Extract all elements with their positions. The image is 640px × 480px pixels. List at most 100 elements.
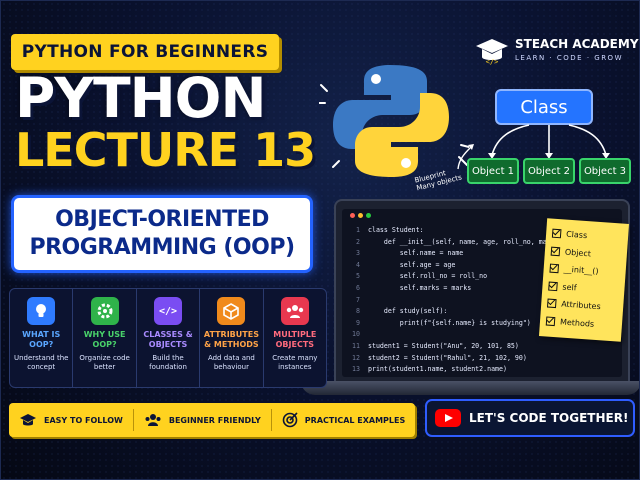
topic-title: WHAT IS OOP?	[22, 330, 61, 349]
checklist-label: Class	[565, 229, 588, 241]
class-node: Class	[495, 89, 593, 125]
thumbnail: PYTHON FOR BEGINNERS PYTHON LECTURE 13 O…	[0, 0, 640, 480]
features-bar: EASY TO FOLLOW BEGINNER FRIENDLY PRACTIC…	[9, 403, 415, 437]
checkbox-icon	[549, 263, 560, 274]
code-line: 12 student2 = Student("Rahul", 21, 102, 9…	[346, 353, 616, 365]
object-node-label: Object 3	[583, 165, 627, 177]
curved-arrow-icon	[457, 144, 474, 170]
lightbulb-icon	[27, 297, 56, 325]
line-number: 8	[356, 307, 360, 316]
checkbox-icon	[551, 228, 562, 239]
graduation-cap-logo-icon: </>	[476, 39, 508, 66]
line-number: 13	[352, 365, 360, 374]
topic-banner: OBJECT-ORIENTED PROGRAMMING (OOP)	[11, 195, 313, 273]
brand-tagline: LEARN · CODE · GROW	[515, 54, 623, 62]
checklist-label: Methods	[559, 317, 595, 329]
code-text: def study(self):	[368, 307, 448, 316]
topic-cards: WHAT IS OOP? Understand the concept WHY …	[9, 288, 327, 388]
line-number: 11	[352, 341, 360, 350]
series-tag: PYTHON FOR BEGINNERS	[11, 34, 279, 70]
object-node-2: Object 2	[523, 158, 575, 184]
code-text: student2 = Student("Rahul", 21, 102, 90)	[368, 353, 527, 362]
checklist-label: Object	[564, 247, 592, 259]
code-line: 11 student1 = Student("Anu", 20, 101, 85)	[346, 341, 616, 353]
checkbox-icon	[545, 316, 556, 326]
topic-desc: Build the foundation	[149, 354, 187, 371]
topic-card-classes-objects: </> CLASSES & OBJECTS Build the foundati…	[137, 289, 201, 387]
topic-card-attributes-methods: ATTRIBUTES & METHODS Add data and behavi…	[200, 289, 264, 387]
sparkle-lines-icon	[319, 84, 469, 168]
code-text: self.name = name	[368, 249, 464, 258]
topic-line-1: OBJECT-ORIENTED	[55, 207, 269, 232]
checklist-item: Methods	[545, 312, 616, 334]
code-text: self.marks = marks	[368, 283, 472, 292]
line-number: 3	[356, 249, 360, 258]
youtube-icon	[435, 409, 461, 427]
arrow-to-object-3	[568, 124, 607, 156]
feature-label: PRACTICAL EXAMPLES	[304, 415, 406, 425]
target-icon	[282, 412, 298, 428]
checklist-label: self	[562, 282, 577, 293]
line-number: 4	[356, 260, 360, 269]
code-text: print(f"{self.name} is studying")	[368, 318, 531, 327]
topic-title: ATTRIBUTES & METHODS	[203, 330, 259, 349]
object-node-label: Object 2	[527, 165, 571, 177]
topic-desc: Understand the concept	[13, 354, 69, 371]
arrow-to-object-1	[491, 124, 530, 156]
series-tag-label: PYTHON FOR BEGINNERS	[21, 42, 269, 62]
code-text: self.age = age	[368, 260, 456, 269]
cta-label: LET'S CODE TOGETHER!	[469, 411, 629, 425]
code-icon: </>	[154, 297, 183, 325]
brand-name: STEACH ACADEMY	[515, 37, 639, 51]
checklist-note: Class Object __init__() self Attributes …	[538, 218, 630, 342]
line-number: 9	[356, 318, 360, 327]
feature-beginner: BEGINNER FRIENDLY	[134, 409, 272, 431]
line-number: 5	[356, 272, 360, 281]
topic-desc: Organize code better	[79, 354, 130, 371]
topic-title: CLASSES & OBJECTS	[143, 330, 193, 349]
minimize-dot-icon	[358, 213, 363, 218]
code-text: self.roll_no = roll_no	[368, 272, 488, 281]
laptop-base	[301, 381, 639, 395]
checklist-label: __init__()	[563, 264, 599, 277]
feature-easy: EASY TO FOLLOW	[9, 409, 134, 431]
line-number: 6	[356, 283, 360, 292]
feature-label: BEGINNER FRIENDLY	[168, 415, 261, 425]
code-text: def __init__(self, name, age, roll_no, m…	[368, 237, 567, 246]
window-controls	[350, 213, 371, 218]
line-number: 2	[356, 237, 360, 246]
checkbox-icon	[548, 281, 558, 291]
close-dot-icon	[350, 213, 355, 218]
cube-icon	[217, 297, 246, 325]
object-node-label: Object 1	[471, 165, 515, 177]
svg-text:</>: </>	[486, 58, 499, 66]
line-number: 10	[352, 330, 360, 339]
topic-title: WHY USE OOP?	[83, 330, 126, 349]
code-text: print(student1.name, student2.name)	[368, 365, 507, 374]
feature-label: EASY TO FOLLOW	[44, 415, 123, 425]
line-number: 1	[356, 226, 360, 234]
topic-desc: Add data and behaviour	[207, 354, 255, 371]
checklist-label: Attributes	[560, 299, 601, 312]
diagram-arrows	[488, 124, 610, 159]
users-icon	[145, 414, 161, 426]
line-number: 12	[352, 353, 360, 362]
topic-card-why-use-oop: WHY USE OOP? Organize code better	[73, 289, 137, 387]
checkbox-icon	[546, 298, 557, 309]
maximize-dot-icon	[366, 213, 371, 218]
topic-title: MULTIPLE OBJECTS	[273, 330, 317, 349]
class-node-label: Class	[520, 96, 568, 118]
topic-desc: Create many instances	[272, 354, 318, 371]
users-icon	[280, 297, 309, 325]
lecture-title: LECTURE 13	[15, 123, 316, 177]
topic-card-what-is-oop: WHAT IS OOP? Understand the concept	[10, 289, 74, 387]
cta-button[interactable]: LET'S CODE TOGETHER!	[425, 399, 635, 437]
object-node-3: Object 3	[579, 158, 631, 184]
gear-icon	[90, 297, 119, 325]
code-text: student1 = Student("Anu", 20, 101, 85)	[368, 341, 519, 350]
main-title: PYTHON	[15, 66, 266, 130]
brand: </> STEACH ACADEMY LEARN · CODE · GROW	[475, 37, 639, 67]
code-line: 13 print(student1.name, student2.name)	[346, 364, 616, 376]
line-number: 7	[356, 295, 360, 304]
topic-card-multiple-objects: MULTIPLE OBJECTS Create many instances	[264, 289, 326, 387]
